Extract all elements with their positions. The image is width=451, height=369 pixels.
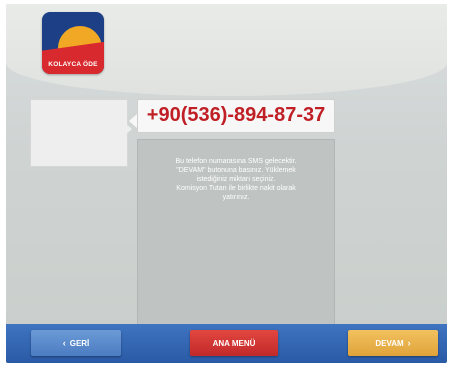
arrow-right-icon: › (407, 338, 411, 348)
back-button[interactable]: ‹ GERİ (31, 330, 121, 356)
info-line: istediğiniz miktarı seçiniz. (196, 176, 276, 183)
logo-text: KOLAYCA ÖDE (48, 61, 98, 68)
phone-number-panel: +90(536)-894-87-37 (137, 99, 335, 133)
bottom-navigation-bar: ‹ GERİ ANA MENÜ DEVAM › (6, 324, 447, 363)
info-text: Bu telefon numarasına SMS gelecektir. "D… (148, 157, 324, 202)
info-panel: Bu telefon numarasına SMS gelecektir. "D… (137, 139, 335, 327)
kiosk-screen: KOLAYCA ÖDE +90(536)-894-87-37 Bu telefo… (6, 4, 447, 363)
phone-number-value: +90(536)-894-87-37 (146, 104, 326, 126)
main-menu-button-label: ANA MENÜ (212, 338, 256, 348)
info-line: Komisyon Tutarı ile birlikte nakit olara… (176, 185, 296, 192)
arrow-left-icon: ‹ (62, 338, 66, 348)
empty-panel (30, 99, 128, 167)
next-button[interactable]: DEVAM › (348, 330, 438, 356)
info-line: "DEVAM" butonuna basınız. Yüklemek (176, 167, 296, 174)
main-menu-button[interactable]: ANA MENÜ (190, 330, 278, 356)
info-line: Bu telefon numarasına SMS gelecektir. (175, 158, 297, 165)
kolayca-ode-logo: KOLAYCA ÖDE (42, 12, 104, 74)
logo-band-shape (42, 40, 104, 74)
phone-panel-pointer (129, 114, 137, 128)
info-line: yatırınız. (222, 194, 250, 201)
next-button-label: DEVAM (375, 338, 404, 348)
back-button-label: GERİ (69, 338, 90, 348)
